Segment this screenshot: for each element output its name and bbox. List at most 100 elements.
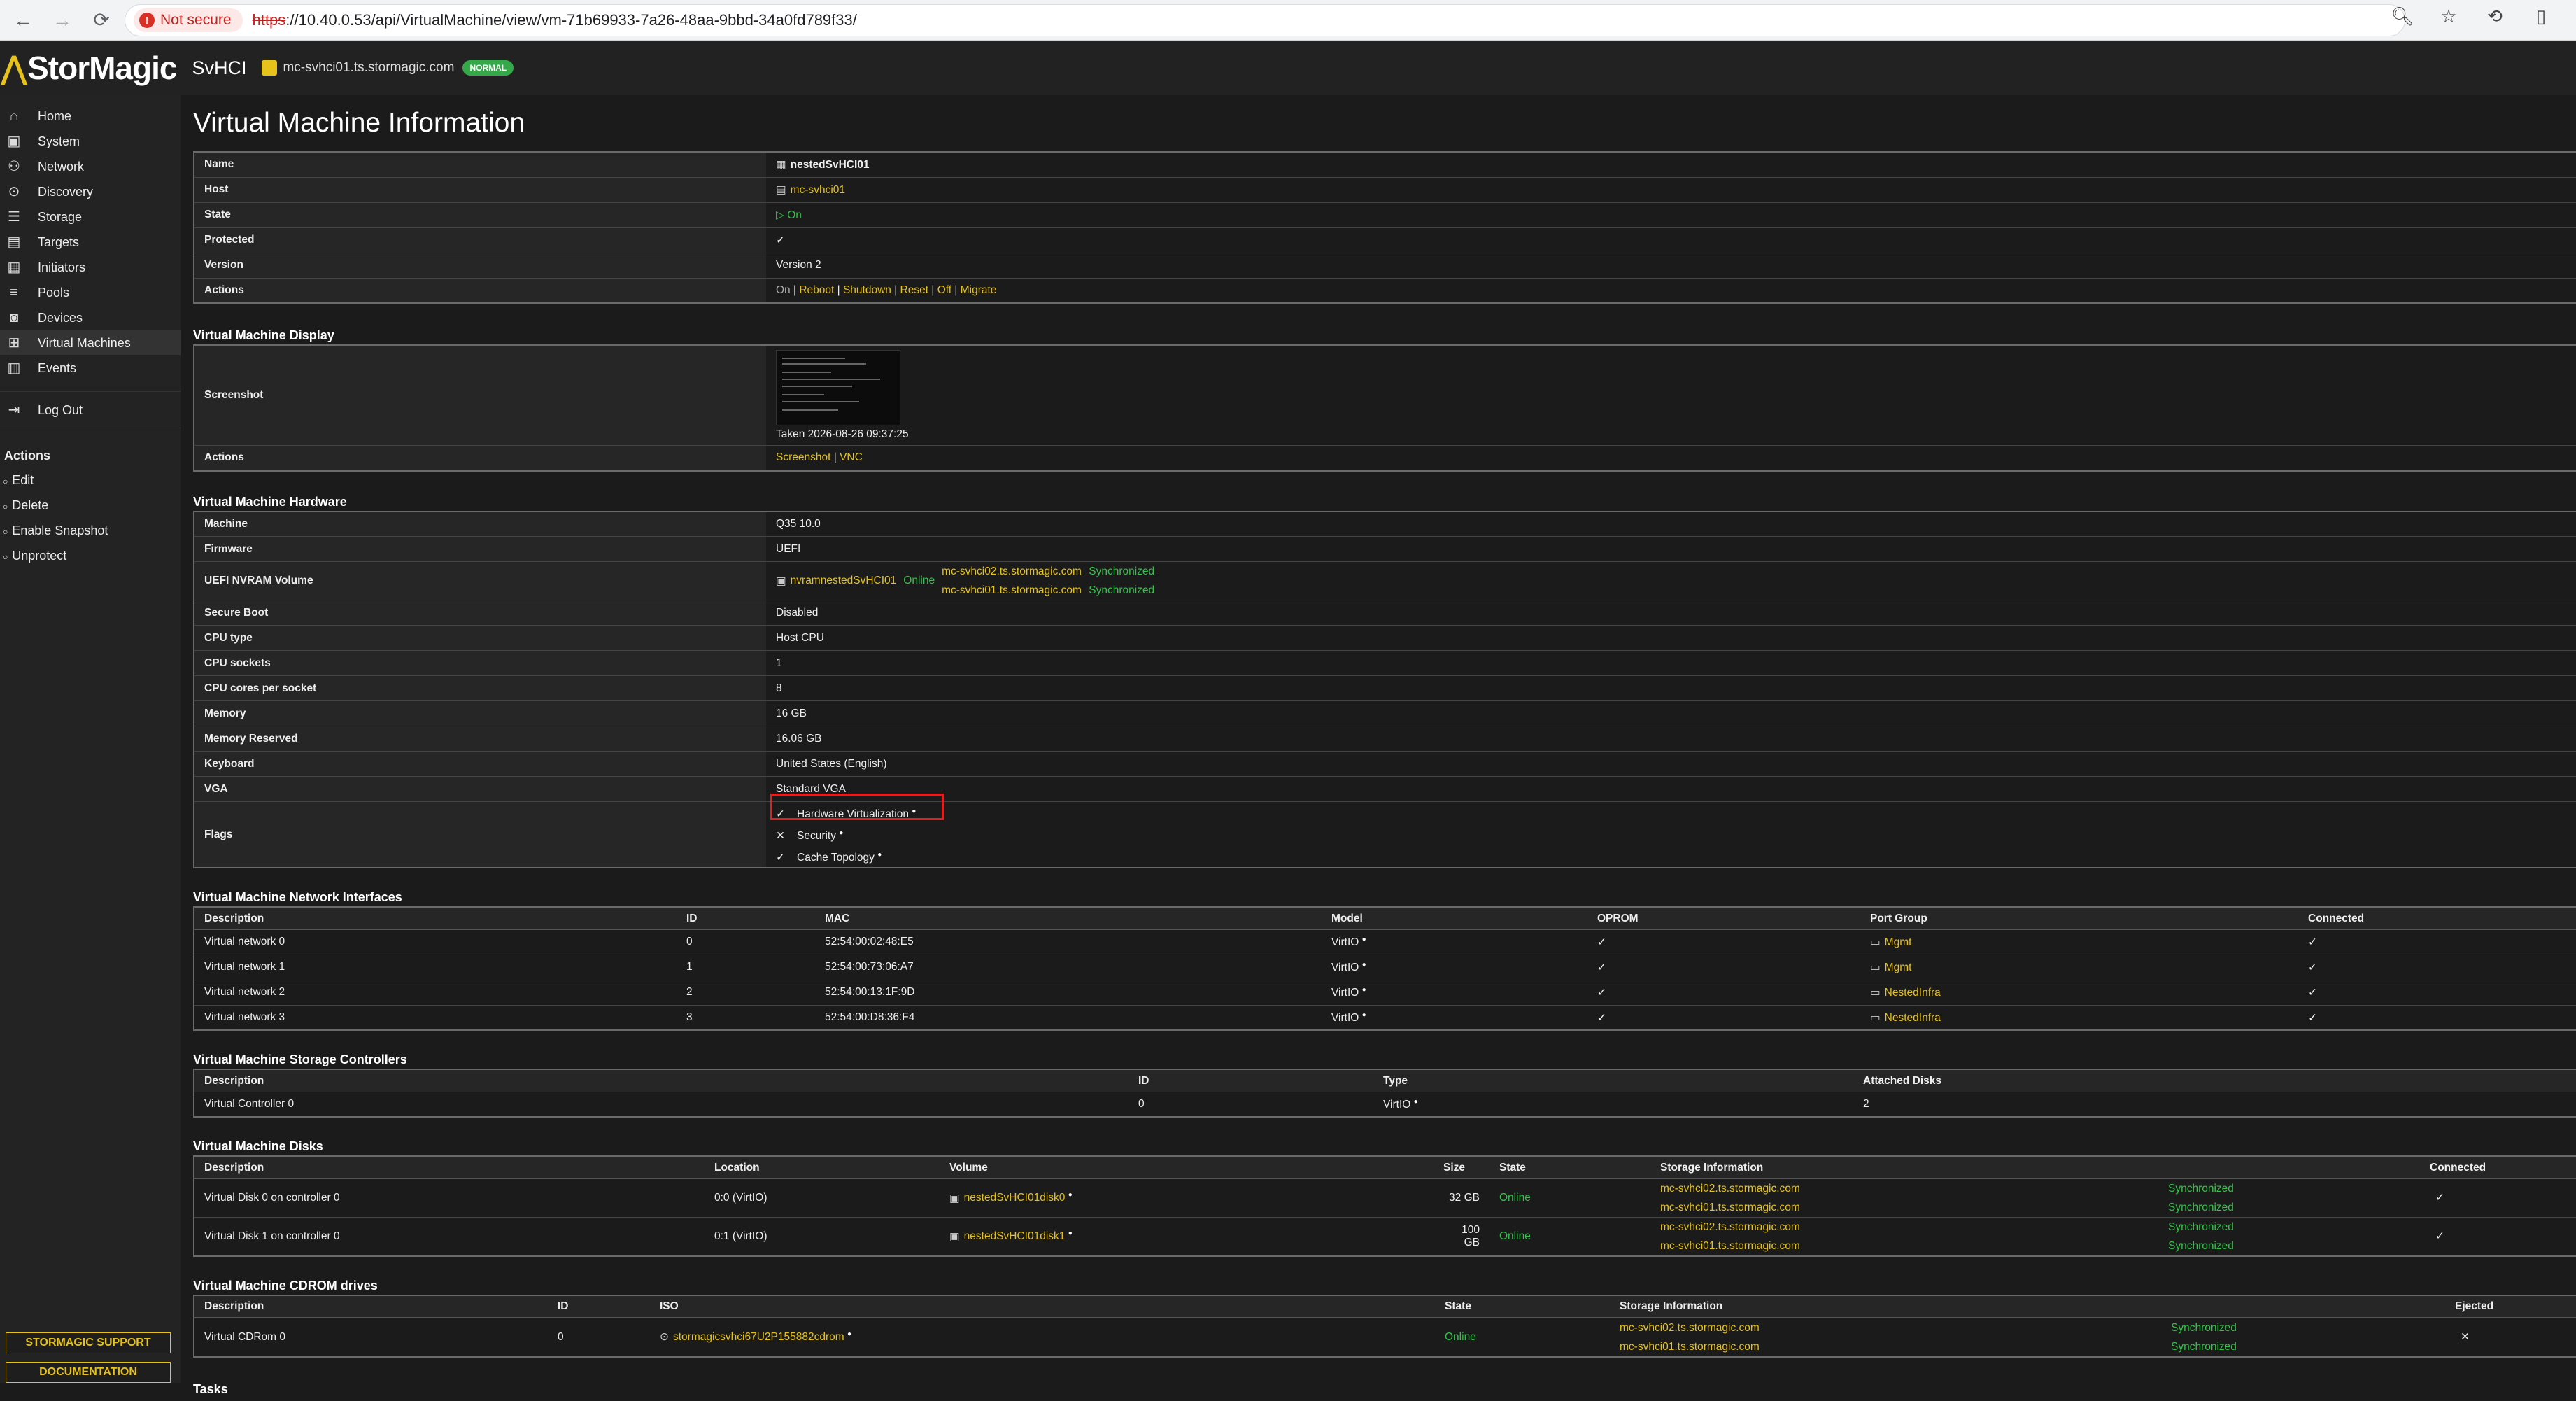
iso-link[interactable]: stormagicsvhci67U2P155882cdrom bbox=[673, 1331, 844, 1343]
host-link[interactable]: mc-svhci01 bbox=[791, 184, 845, 196]
nic-description: Virtual network 2 bbox=[194, 979, 677, 1006]
info-dot-icon[interactable]: ● bbox=[1414, 1098, 1418, 1106]
sync-icon[interactable]: ⟲ bbox=[2481, 6, 2509, 27]
volume-link[interactable]: nestedSvHCI01disk0 bbox=[964, 1192, 1066, 1204]
sidebar-item-logout[interactable]: ⇥ Log Out bbox=[0, 397, 181, 423]
sidebar-item-initiators[interactable]: ▦ Initiators bbox=[0, 255, 181, 280]
sidebar-item-targets[interactable]: ▤ Targets bbox=[0, 230, 181, 255]
storage-host-link[interactable]: mc-svhci02.ts.stormagic.com bbox=[1620, 1318, 2151, 1337]
flag-label: Security bbox=[797, 830, 836, 843]
action-unprotect[interactable]: ○ Unprotect bbox=[0, 543, 181, 568]
info-dot-icon[interactable]: ● bbox=[839, 829, 843, 837]
discovery-icon: ⊙ bbox=[8, 184, 20, 199]
nic-port-group: ▭ NestedInfra bbox=[1860, 1004, 2298, 1031]
action-enable-snapshot[interactable]: ○ Enable Snapshot bbox=[0, 518, 181, 543]
secure-boot-value: Disabled bbox=[766, 600, 2576, 626]
action-shutdown[interactable]: Shutdown bbox=[843, 284, 891, 296]
storage-host-link[interactable]: mc-svhci01.ts.stormagic.com bbox=[1620, 1337, 2151, 1356]
action-reboot[interactable]: Reboot bbox=[799, 284, 834, 296]
storage-host-link[interactable]: mc-svhci02.ts.stormagic.com bbox=[1660, 1218, 2149, 1237]
forward-icon[interactable]: → bbox=[46, 4, 78, 36]
action-off[interactable]: Off bbox=[937, 284, 951, 296]
info-dot-icon[interactable]: ● bbox=[1068, 1191, 1073, 1199]
table-row: Virtual network 0 0 52:54:00:02:48:E5 Virt… bbox=[194, 929, 2576, 955]
column-header: Description bbox=[194, 1156, 705, 1179]
not-secure-chip[interactable]: ! Not secure bbox=[134, 8, 243, 32]
sidebar-item-network[interactable]: ⚇ Network bbox=[0, 154, 181, 179]
info-dot-icon[interactable]: ● bbox=[1362, 961, 1366, 969]
sidebar-item-devices[interactable]: ◙ Devices bbox=[0, 305, 181, 330]
action-delete[interactable]: ○ Delete bbox=[0, 493, 181, 518]
portgroup-icon: ▭ bbox=[1870, 986, 1881, 999]
info-dot-icon[interactable]: ● bbox=[847, 1330, 851, 1338]
info-dot-icon[interactable]: ● bbox=[1068, 1230, 1073, 1237]
browser-toolbar: ← → ⟳ ! Not secure https://10.40.0.53/ap… bbox=[0, 0, 2576, 41]
vm-hardware-table: Machine Q35 10.0 Firmware UEFI UEFI NVRAM … bbox=[193, 510, 2576, 869]
connected-check-icon: ✓ bbox=[2298, 1004, 2576, 1031]
network-interfaces-table: Description ID MAC Model OPROM Port Grou… bbox=[193, 906, 2576, 1032]
sidebar-item-events[interactable]: ▥ Events bbox=[0, 355, 181, 381]
info-dot-icon[interactable]: ● bbox=[877, 851, 882, 859]
storage-host-link[interactable]: mc-svhci02.ts.stormagic.com bbox=[1660, 1179, 2149, 1198]
action-migrate[interactable]: Migrate bbox=[961, 284, 997, 296]
sidebar-item-discovery[interactable]: ⊙ Discovery bbox=[0, 179, 181, 204]
bookmark-star-icon[interactable]: ☆ bbox=[2435, 6, 2463, 27]
address-bar[interactable]: ! Not secure https://10.40.0.53/api/Virt… bbox=[125, 4, 2405, 36]
action-edit[interactable]: ○ Edit bbox=[0, 467, 181, 493]
documentation-button[interactable]: DOCUMENTATION bbox=[6, 1362, 171, 1383]
nic-mac: 52:54:00:D8:36:F4 bbox=[815, 1004, 1322, 1031]
zoom-icon[interactable]: 🔍︎ bbox=[2389, 6, 2416, 27]
sidebar-item-pools[interactable]: ≡ Pools bbox=[0, 280, 181, 305]
port-group-link[interactable]: Mgmt bbox=[1885, 962, 1912, 973]
disc-icon: ⊙ bbox=[660, 1331, 669, 1344]
info-dot-icon[interactable]: ● bbox=[1362, 936, 1366, 943]
vm-screenshot-thumbnail[interactable] bbox=[776, 350, 900, 425]
reload-icon[interactable]: ⟳ bbox=[85, 4, 118, 36]
support-button[interactable]: STORMAGIC SUPPORT bbox=[6, 1332, 171, 1353]
section-title-hardware: Virtual Machine Hardware bbox=[193, 494, 347, 509]
port-group-link[interactable]: Mgmt bbox=[1885, 936, 1912, 948]
cdrom-table: Description ID ISO State Storage Informa… bbox=[193, 1294, 2576, 1358]
port-group-link[interactable]: NestedInfra bbox=[1885, 1012, 1941, 1024]
nic-model: VirtIO ● bbox=[1322, 1004, 1587, 1031]
volume-icon: ▣ bbox=[776, 575, 786, 587]
url-text[interactable]: https://10.40.0.53/api/VirtualMachine/vi… bbox=[253, 11, 857, 29]
disk-location: 0:1 (VirtIO) bbox=[705, 1216, 940, 1256]
app-header: ⋀ StorMagic SvHCI mc-svhci01.ts.stormagic… bbox=[0, 41, 2576, 95]
nic-mac: 52:54:00:73:06:A7 bbox=[815, 954, 1322, 980]
back-icon[interactable]: ← bbox=[7, 4, 39, 36]
table-row: Virtual network 1 1 52:54:00:73:06:A7 Virt… bbox=[194, 954, 2576, 980]
column-header: Description bbox=[194, 907, 677, 930]
memory-reserved-value: 16.06 GB bbox=[766, 726, 2576, 752]
column-header: Description bbox=[194, 1069, 1128, 1092]
sidepanel-icon[interactable]: ▯ bbox=[2527, 6, 2555, 27]
host-indicator: mc-svhci01.ts.stormagic.com bbox=[262, 60, 454, 76]
info-dot-icon[interactable]: ● bbox=[1362, 986, 1366, 994]
nic-port-group: ▭ Mgmt bbox=[1860, 954, 2298, 980]
page-title: Virtual Machine Information bbox=[193, 108, 525, 138]
action-vnc[interactable]: VNC bbox=[840, 451, 863, 463]
logo[interactable]: ⋀ StorMagic bbox=[1, 49, 177, 87]
nvram-volume-link[interactable]: nvramnestedSvHCI01 bbox=[791, 575, 897, 587]
port-group-link[interactable]: NestedInfra bbox=[1885, 987, 1941, 999]
section-title-cdrom: Virtual Machine CDROM drives bbox=[193, 1278, 378, 1293]
volume-link[interactable]: nestedSvHCI01disk1 bbox=[964, 1231, 1066, 1243]
storage-host-link[interactable]: mc-svhci01.ts.stormagic.com bbox=[1660, 1198, 2149, 1217]
sync-status: Synchronized bbox=[2168, 1182, 2234, 1195]
storage-info: mc-svhci02.ts.stormagic.com mc-svhci01.ts… bbox=[1650, 1178, 2158, 1218]
nvram-host-link[interactable]: mc-svhci02.ts.stormagic.com bbox=[942, 565, 1082, 577]
action-screenshot[interactable]: Screenshot bbox=[776, 451, 830, 463]
sidebar-item-label: Targets bbox=[38, 234, 80, 249]
column-header: MAC bbox=[815, 907, 1322, 930]
logout-icon: ⇥ bbox=[8, 402, 20, 418]
sidebar-item-system[interactable]: ▣ System bbox=[0, 129, 181, 154]
home-icon: ⌂ bbox=[9, 108, 19, 124]
nvram-host-link[interactable]: mc-svhci01.ts.stormagic.com bbox=[942, 584, 1082, 596]
sidebar-item-home[interactable]: ⌂ Home bbox=[0, 104, 181, 129]
sidebar-item-storage[interactable]: ☰ Storage bbox=[0, 204, 181, 230]
info-dot-icon[interactable]: ● bbox=[1362, 1011, 1366, 1019]
storage-host-link[interactable]: mc-svhci01.ts.stormagic.com bbox=[1660, 1237, 2149, 1255]
vm-display-table: Screenshot Taken 2026-08-26 09:37:25 Act… bbox=[193, 344, 2576, 472]
sidebar-item-virtual-machines[interactable]: ⊞ Virtual Machines bbox=[0, 330, 181, 355]
action-reset[interactable]: Reset bbox=[900, 284, 929, 296]
